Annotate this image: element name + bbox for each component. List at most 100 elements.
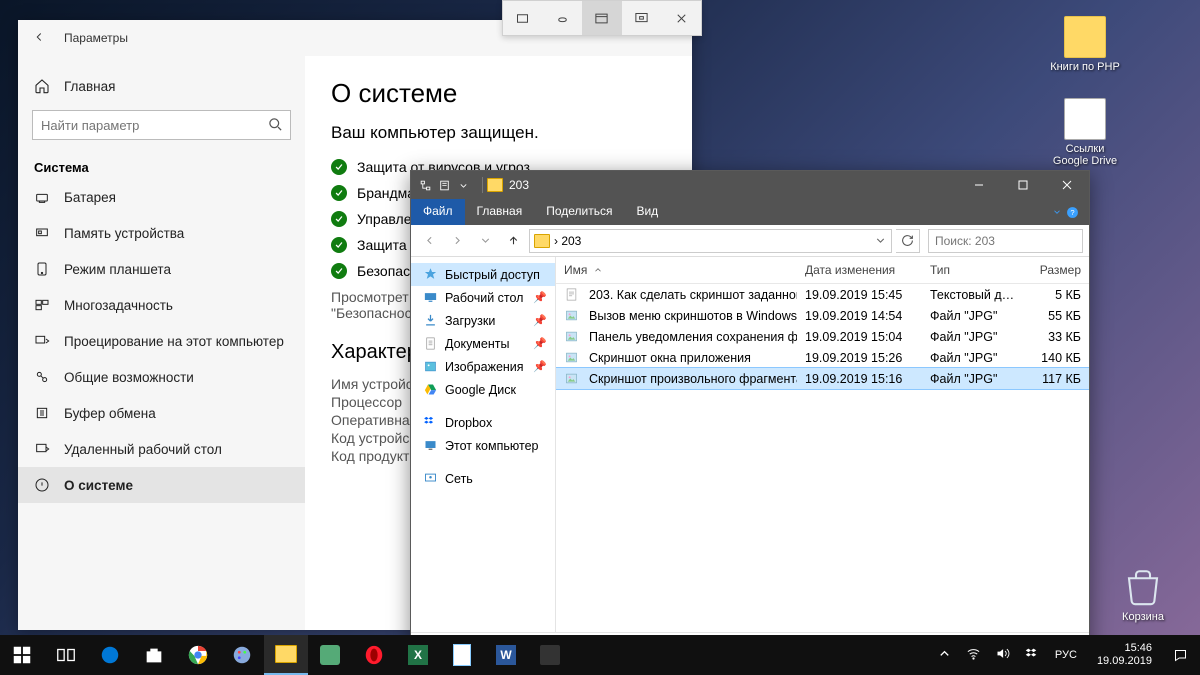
pc-icon <box>423 438 438 453</box>
tray-chevron-icon[interactable] <box>933 646 956 664</box>
ribbon-tab-share[interactable]: Поделиться <box>534 199 624 225</box>
explorer-window: 203 Файл Главная Поделиться Вид ? › 203 … <box>410 170 1090 655</box>
excel-icon[interactable]: X <box>396 635 440 675</box>
file-row[interactable]: Скриншот окна приложения19.09.2019 15:26… <box>556 347 1089 368</box>
notepad-icon[interactable] <box>440 635 484 675</box>
volume-icon[interactable] <box>991 646 1014 664</box>
sidebar-item-3[interactable]: Многозадачность <box>18 287 305 323</box>
paint-icon[interactable] <box>220 635 264 675</box>
col-type[interactable]: Тип <box>922 263 1024 277</box>
search-input[interactable] <box>32 110 291 140</box>
app-icon-2[interactable] <box>528 635 572 675</box>
files-header: Имя Дата изменения Тип Размер <box>556 257 1089 284</box>
tree-item[interactable]: Dropbox <box>411 411 555 434</box>
taskview-icon[interactable] <box>44 635 88 675</box>
sidebar-item-0[interactable]: Батарея <box>18 179 305 215</box>
sidebar-item-icon <box>34 297 50 313</box>
desk-icon <box>423 290 438 305</box>
properties-icon[interactable] <box>438 179 451 192</box>
store-icon[interactable] <box>132 635 176 675</box>
tree-item[interactable]: Рабочий стол📌 <box>411 286 555 309</box>
settings-sidebar: Главная Система БатареяПамять устройства… <box>18 56 305 630</box>
tree-item[interactable]: Google Диск <box>411 378 555 401</box>
pin-icon: 📌 <box>533 360 547 373</box>
file-jpg-icon <box>564 329 579 344</box>
explorer-title: 203 <box>509 178 529 192</box>
col-date[interactable]: Дата изменения <box>797 263 922 277</box>
settings-title: Параметры <box>64 31 128 45</box>
chevron-down-icon[interactable] <box>874 234 887 247</box>
explorer-taskbar-icon[interactable] <box>264 635 308 675</box>
folder-tree-icon[interactable] <box>419 179 432 192</box>
col-size[interactable]: Размер <box>1024 263 1089 277</box>
explorer-addressbar: › 203 <box>411 225 1089 257</box>
sidebar-item-icon <box>34 225 50 241</box>
dropdown-icon[interactable] <box>457 179 470 192</box>
tree-item[interactable]: Изображения📌 <box>411 355 555 378</box>
ribbon-tab-view[interactable]: Вид <box>624 199 670 225</box>
explorer-titlebar[interactable]: 203 <box>411 171 1089 199</box>
doc-icon <box>423 336 438 351</box>
sidebar-item-7[interactable]: Удаленный рабочий стол <box>18 431 305 467</box>
sidebar-item-icon <box>34 189 50 205</box>
back-icon[interactable] <box>32 30 46 47</box>
snip-rect-icon[interactable] <box>503 1 543 35</box>
settings-search[interactable] <box>32 110 291 140</box>
ribbon-help[interactable]: ? <box>1042 199 1089 225</box>
file-row[interactable]: Вызов меню скриншотов в Windows 1019.09.… <box>556 305 1089 326</box>
file-row[interactable]: Панель уведомления сохранения фраг...19.… <box>556 326 1089 347</box>
lang-indicator[interactable]: РУС <box>1049 649 1083 661</box>
wifi-icon[interactable] <box>962 646 985 664</box>
maximize-icon[interactable] <box>1001 171 1045 199</box>
explorer-ribbon: Файл Главная Поделиться Вид ? <box>411 199 1089 225</box>
nav-forward-icon[interactable] <box>445 229 469 253</box>
file-jpg-icon <box>564 371 579 386</box>
edge-icon[interactable] <box>88 635 132 675</box>
tree-item[interactable]: Загрузки📌 <box>411 309 555 332</box>
snip-fullscreen-icon[interactable] <box>622 1 662 35</box>
ribbon-tab-home[interactable]: Главная <box>465 199 535 225</box>
snip-window-icon[interactable] <box>582 1 622 35</box>
ribbon-tab-file[interactable]: Файл <box>411 199 465 225</box>
sidebar-home[interactable]: Главная <box>18 68 305 104</box>
file-row[interactable]: Скриншот произвольного фрагмента ...19.0… <box>556 368 1089 389</box>
search-icon <box>268 117 283 132</box>
dropbox-tray-icon[interactable] <box>1020 646 1043 664</box>
app-icon-1[interactable] <box>308 635 352 675</box>
clock[interactable]: 15:4619.09.2019 <box>1089 642 1160 668</box>
nav-up-icon[interactable] <box>501 229 525 253</box>
explorer-search-input[interactable] <box>928 229 1083 253</box>
sidebar-item-5[interactable]: Общие возможности <box>18 359 305 395</box>
desktop-icon-folder[interactable]: Книги по PHP <box>1050 16 1120 73</box>
gdrive-icon <box>423 382 438 397</box>
word-icon[interactable]: W <box>484 635 528 675</box>
tree-item[interactable]: Быстрый доступ <box>411 263 555 286</box>
tree-item[interactable]: Этот компьютер <box>411 434 555 457</box>
refresh-icon[interactable] <box>896 229 920 253</box>
sidebar-item-1[interactable]: Память устройства <box>18 215 305 251</box>
breadcrumb[interactable]: › 203 <box>529 229 892 253</box>
desktop-icon-bin[interactable]: Корзина <box>1108 566 1178 623</box>
sidebar-item-6[interactable]: Буфер обмена <box>18 395 305 431</box>
star-icon <box>423 267 438 282</box>
snip-toolbar <box>502 0 702 36</box>
nav-recent-icon[interactable] <box>473 229 497 253</box>
sidebar-item-4[interactable]: Проецирование на этот компьютер <box>18 323 305 359</box>
chrome-icon[interactable] <box>176 635 220 675</box>
close-icon[interactable] <box>1045 171 1089 199</box>
minimize-icon[interactable] <box>957 171 1001 199</box>
snip-close-icon[interactable] <box>661 1 701 35</box>
start-icon[interactable] <box>0 635 44 675</box>
notification-icon[interactable] <box>1166 648 1194 663</box>
desktop-icon-doc[interactable]: Ссылки Google Drive <box>1050 98 1120 167</box>
snip-freeform-icon[interactable] <box>543 1 583 35</box>
sidebar-item-2[interactable]: Режим планшета <box>18 251 305 287</box>
tree-item[interactable]: Документы📌 <box>411 332 555 355</box>
file-row[interactable]: 203. Как сделать скриншот заданной о...1… <box>556 284 1089 305</box>
sidebar-item-8[interactable]: О системе <box>18 467 305 503</box>
pin-icon: 📌 <box>533 337 547 350</box>
nav-back-icon[interactable] <box>417 229 441 253</box>
opera-icon[interactable] <box>352 635 396 675</box>
tree-item[interactable]: Сеть <box>411 467 555 490</box>
col-name[interactable]: Имя <box>556 263 797 277</box>
